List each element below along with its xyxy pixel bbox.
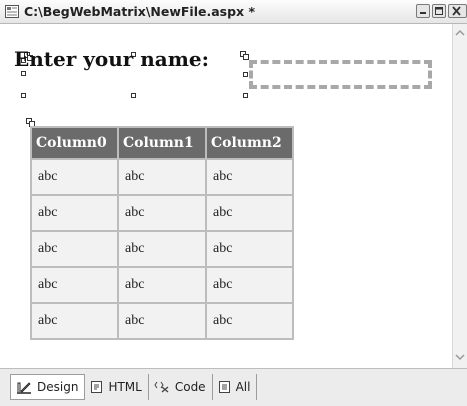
maximize-icon — [435, 7, 443, 15]
grid-cell[interactable]: abc — [119, 196, 205, 230]
code-icon — [154, 381, 169, 393]
tab-design[interactable]: Design — [10, 374, 86, 400]
scroll-up-icon[interactable] — [454, 26, 466, 40]
grid-column-header[interactable]: Column1 — [119, 128, 205, 158]
data-grid[interactable]: Column0 Column1 Column2 abc abc abc abc … — [30, 126, 294, 340]
window-title: C:\BegWebMatrix\NewFile.aspx * — [24, 4, 255, 19]
resize-handle[interactable] — [21, 93, 26, 98]
tab-all[interactable]: All — [213, 374, 258, 400]
tab-html[interactable]: HTML — [85, 374, 149, 400]
scroll-down-icon[interactable] — [454, 350, 466, 364]
editor-window: C:\BegWebMatrix\NewFile.aspx * Enter you… — [0, 0, 467, 406]
grid-cell[interactable]: abc — [32, 196, 117, 230]
grid-cell[interactable]: abc — [207, 196, 292, 230]
maximize-button[interactable] — [432, 4, 446, 18]
grid-cell[interactable]: abc — [207, 304, 292, 338]
table-row: abc abc abc — [32, 196, 292, 230]
tab-label: Design — [37, 380, 79, 394]
close-icon — [452, 6, 461, 16]
grid-cell[interactable]: abc — [32, 232, 117, 266]
tab-label: HTML — [108, 380, 142, 394]
minimize-icon — [420, 12, 426, 14]
all-icon — [218, 381, 230, 393]
resize-handle[interactable] — [243, 93, 248, 98]
grid-cell[interactable]: abc — [32, 268, 117, 302]
tab-code[interactable]: Code — [149, 374, 213, 400]
view-tab-bar: Design HTML Code All — [0, 368, 467, 406]
resize-handle[interactable] — [243, 72, 248, 77]
table-row: abc abc abc — [32, 268, 292, 302]
grid-column-header[interactable]: Column0 — [32, 128, 117, 158]
grid-header-row: Column0 Column1 Column2 — [32, 128, 292, 158]
textbox-move-handle-icon[interactable] — [240, 51, 249, 60]
tab-label: All — [235, 380, 251, 394]
grid-cell[interactable]: abc — [207, 160, 292, 194]
vertical-scrollbar[interactable] — [452, 24, 467, 368]
resize-handle[interactable] — [21, 71, 26, 76]
design-surface[interactable]: Enter your name: Column0 Column1 Column2… — [0, 24, 452, 368]
table-row: abc abc abc — [32, 304, 292, 338]
grid-cell[interactable]: abc — [32, 304, 117, 338]
grid-cell[interactable]: abc — [119, 232, 205, 266]
minimize-button[interactable] — [416, 4, 430, 18]
grid-cell[interactable]: abc — [207, 268, 292, 302]
grid-column-header[interactable]: Column2 — [207, 128, 292, 158]
aspx-file-icon — [5, 5, 19, 18]
table-row: abc abc abc — [32, 160, 292, 194]
name-label[interactable]: Enter your name: — [14, 47, 209, 71]
title-bar[interactable]: C:\BegWebMatrix\NewFile.aspx * — [0, 0, 467, 24]
grid-cell[interactable]: abc — [119, 304, 205, 338]
grid-cell[interactable]: abc — [32, 160, 117, 194]
html-icon — [91, 381, 103, 393]
design-icon — [17, 382, 31, 394]
tab-label: Code — [174, 380, 206, 394]
grid-cell[interactable]: abc — [119, 160, 205, 194]
resize-handle[interactable] — [131, 93, 136, 98]
grid-cell[interactable]: abc — [207, 232, 292, 266]
name-textbox[interactable] — [249, 60, 432, 89]
grid-cell[interactable]: abc — [119, 268, 205, 302]
close-button[interactable] — [448, 4, 467, 18]
table-row: abc abc abc — [32, 232, 292, 266]
